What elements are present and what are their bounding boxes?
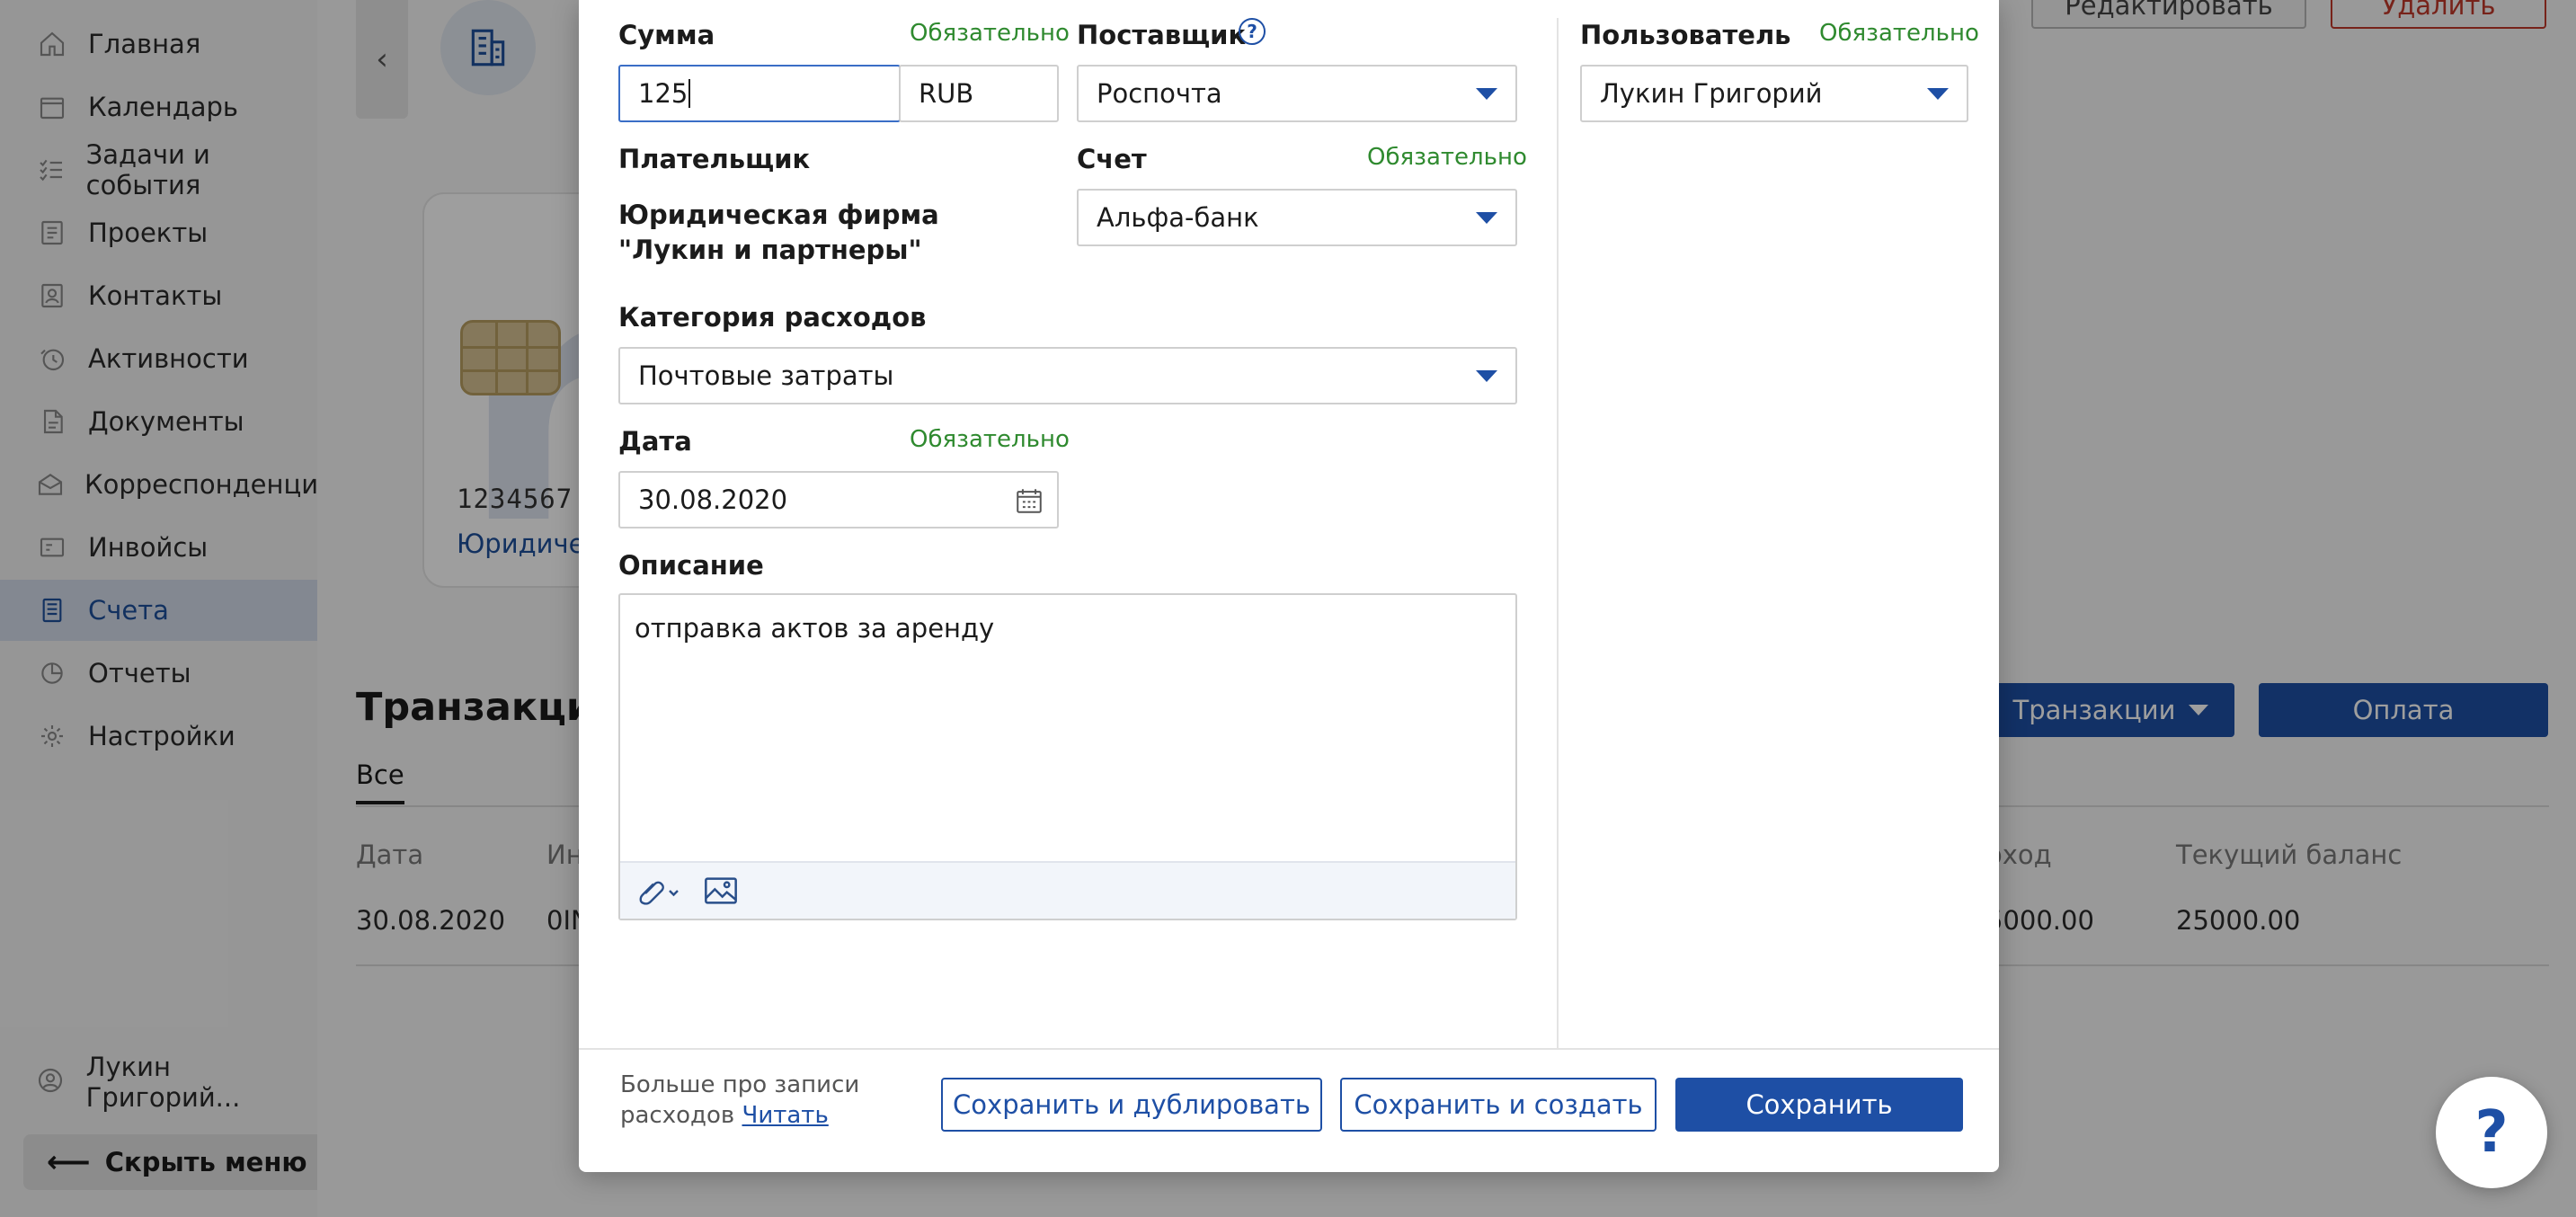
date-label: Дата [618, 426, 692, 457]
text-cursor [688, 79, 691, 108]
description-textarea[interactable]: отправка актов за аренду [618, 593, 1517, 920]
read-more-link[interactable]: Читать [742, 1102, 829, 1129]
caret-down-icon [1476, 212, 1497, 224]
caret-down-icon [1927, 88, 1949, 100]
description-toolbar [620, 861, 1515, 919]
category-label: Категория расходов [618, 302, 927, 333]
currency-field[interactable]: RUB [899, 65, 1059, 122]
help-circle-icon[interactable]: ? [1239, 18, 1266, 45]
amount-value: 125 [638, 78, 688, 109]
currency-value: RUB [919, 78, 974, 109]
supplier-value: Роспочта [1097, 78, 1222, 109]
payer-name: Юридическая фирма "Лукин и партнеры" [618, 200, 939, 265]
account-value: Альфа-банк [1097, 202, 1259, 233]
expense-modal: Сумма Обязательно 125 RUB Поставщик ? Ро… [579, 0, 1999, 1172]
account-required: Обязательно [1367, 144, 1527, 171]
save-button[interactable]: Сохранить [1675, 1078, 1963, 1132]
help-fab-button[interactable]: ? [2436, 1077, 2547, 1188]
user-select[interactable]: Лукин Григорий [1580, 65, 1968, 122]
account-label: Счет [1077, 144, 1147, 174]
description-label: Описание [618, 550, 764, 581]
supplier-label: Поставщик [1077, 20, 1247, 50]
category-value: Почтовые затраты [638, 360, 894, 391]
save-and-create-button[interactable]: Сохранить и создать [1340, 1078, 1657, 1132]
user-required: Обязательно [1819, 20, 1979, 47]
calendar-icon[interactable] [1014, 485, 1044, 522]
description-value: отправка актов за аренду [635, 613, 995, 644]
payer-label: Плательщик [618, 144, 811, 174]
date-input[interactable]: 30.08.2020 [618, 471, 1059, 529]
save-and-duplicate-button[interactable]: Сохранить и дублировать [941, 1078, 1322, 1132]
footer-divider [579, 1048, 1999, 1050]
account-select[interactable]: Альфа-банк [1077, 189, 1517, 246]
amount-label: Сумма [618, 20, 715, 50]
amount-required: Обязательно [910, 20, 1070, 47]
footer-info: Больше про записи расходов Читать [620, 1070, 917, 1131]
user-value: Лукин Григорий [1600, 78, 1823, 109]
category-select[interactable]: Почтовые затраты [618, 347, 1517, 404]
date-required: Обязательно [910, 426, 1070, 453]
amount-input[interactable]: 125 [618, 65, 901, 122]
column-divider [1557, 18, 1559, 1050]
supplier-select[interactable]: Роспочта [1077, 65, 1517, 122]
user-label: Пользователь [1580, 20, 1791, 50]
image-icon[interactable] [703, 875, 739, 906]
caret-down-icon [1476, 88, 1497, 100]
attachment-icon[interactable] [635, 875, 683, 907]
date-value: 30.08.2020 [638, 484, 788, 515]
caret-down-icon [1476, 370, 1497, 382]
